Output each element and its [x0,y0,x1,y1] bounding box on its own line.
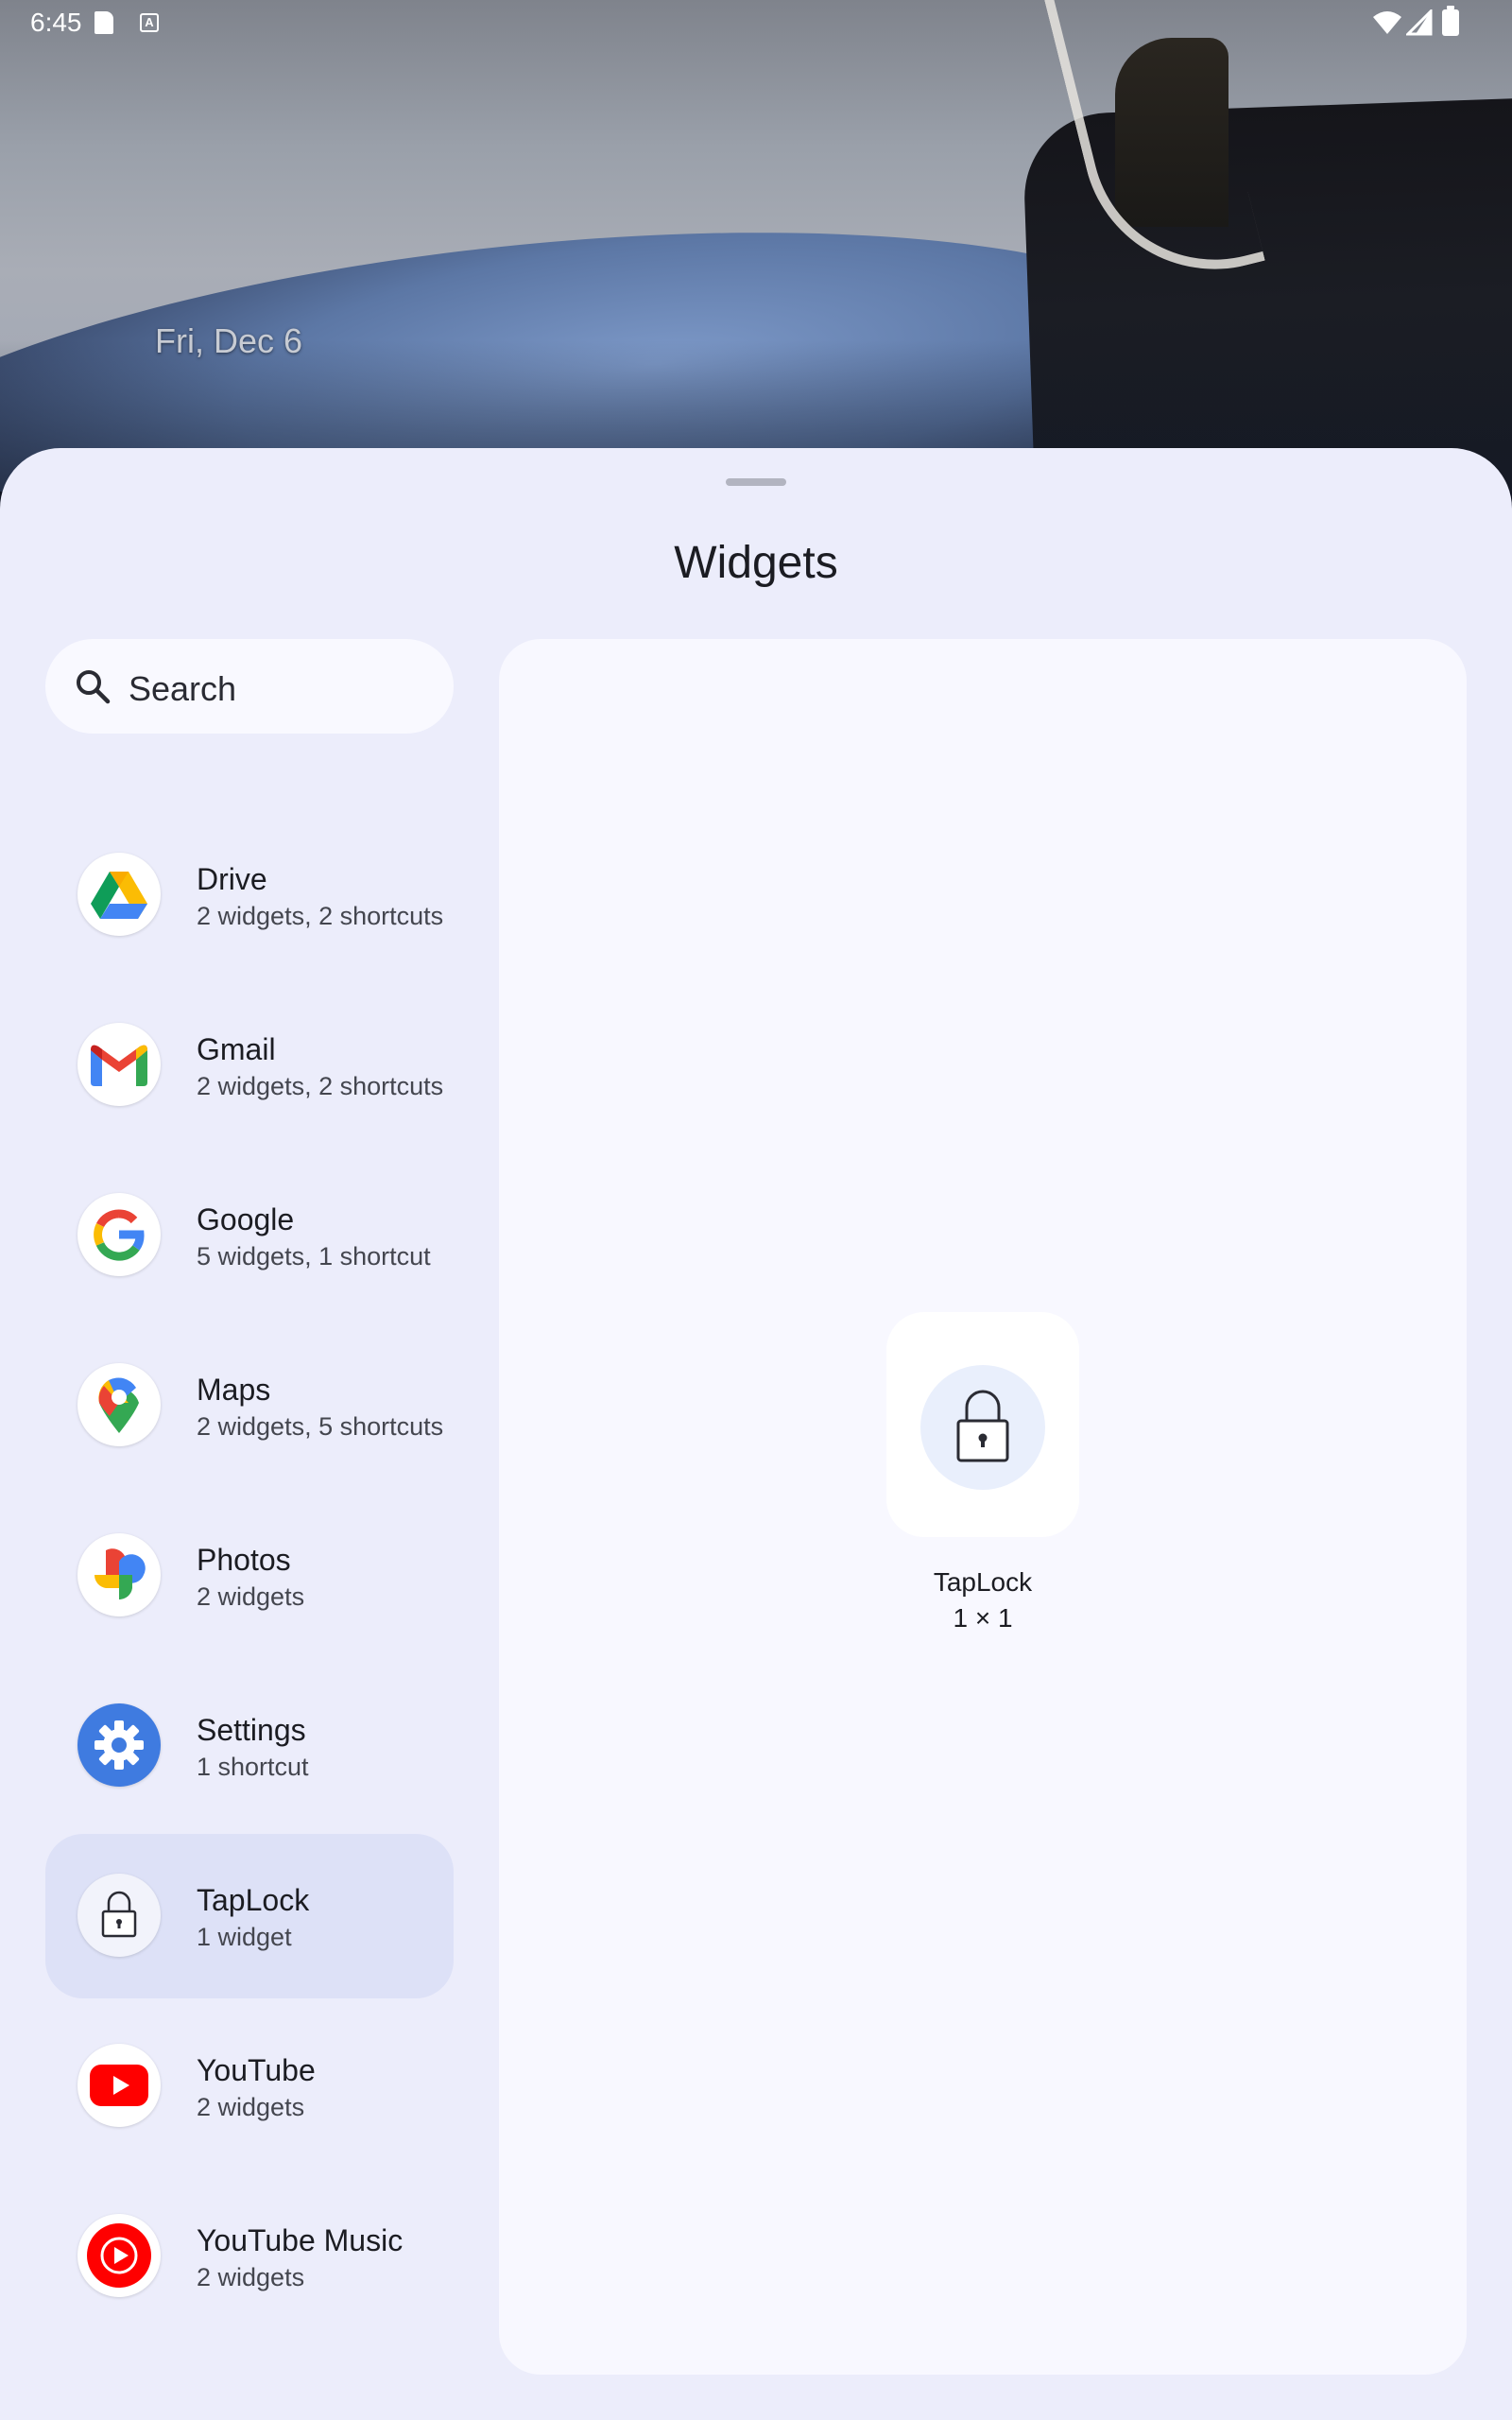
app-subtitle: 2 widgets, 5 shortcuts [197,1412,444,1441]
status-time: 6:45 [30,8,82,37]
gmail-icon [77,1023,161,1106]
youtube-icon [77,2044,161,2127]
app-subtitle: 2 widgets, 2 shortcuts [197,902,444,930]
search-icon [77,670,111,704]
app-subtitle: 1 shortcut [197,1753,309,1781]
signal-icon [1406,9,1433,36]
app-name: Google [197,1202,295,1236]
list-item-settings[interactable]: Settings 1 shortcut [45,1664,454,1828]
list-item-google[interactable]: Google 5 widgets, 1 shortcut [45,1153,454,1318]
search-bar[interactable]: Search [45,639,454,734]
app-list[interactable]: Drive 2 widgets, 2 shortcuts Gmail 2 wid… [45,769,454,2420]
app-subtitle: 2 widgets [197,1582,305,1611]
list-item-taplock[interactable]: TapLock 1 widget [45,1834,454,1998]
list-item-maps[interactable]: Maps 2 widgets, 5 shortcuts [45,1323,454,1488]
widget-size: 1 × 1 [953,1603,1013,1633]
sd-card-icon [94,11,113,34]
youtube-music-icon [77,2214,161,2297]
maps-icon [77,1363,161,1446]
app-subtitle: 5 widgets, 1 shortcut [197,1242,431,1270]
app-name: YouTube Music [197,2223,404,2257]
a-icon: A [140,13,159,32]
widgets-sheet: Widgets Search Drive 2 widgets, 2 shortc [0,448,1512,2420]
app-name: Photos [197,1543,291,1577]
battery-icon [1442,6,1459,36]
app-subtitle: 1 widget [197,1923,292,1951]
list-item-youtube-music[interactable]: YouTube Music 2 widgets [45,2174,454,2339]
drive-icon [77,853,161,936]
list-item-gmail[interactable]: Gmail 2 widgets, 2 shortcuts [45,983,454,1148]
lock-icon [77,1874,161,1957]
list-item-youtube[interactable]: YouTube 2 widgets [45,2004,454,2169]
app-name: YouTube [197,2053,316,2087]
widget-name: TapLock [933,1567,1033,1597]
google-icon [77,1193,161,1276]
app-name: Gmail [197,1032,276,1066]
wifi-icon [1373,11,1401,34]
app-subtitle: 2 widgets, 2 shortcuts [197,1072,444,1100]
app-name: Maps [197,1373,271,1407]
wallpaper [0,0,1512,492]
lock-icon [920,1365,1045,1490]
app-subtitle: 2 widgets [197,2093,305,2121]
list-item-photos[interactable]: Photos 2 widgets [45,1494,454,1658]
drag-handle[interactable] [726,478,786,486]
list-item-drive[interactable]: Drive 2 widgets, 2 shortcuts [45,813,454,977]
sheet-title: Widgets [674,538,838,588]
settings-icon [77,1703,161,1787]
app-name: Drive [197,862,267,896]
app-subtitle: 2 widgets [197,2263,305,2291]
photos-icon [77,1533,161,1616]
search-input[interactable]: Search [129,669,236,709]
app-name: TapLock [197,1883,310,1917]
date-widget[interactable]: Fri, Dec 6 [155,321,302,361]
list-item-partial [45,769,454,802]
app-name: Settings [197,1713,306,1747]
widget-preview-tile[interactable] [886,1312,1079,1537]
widget-preview-panel: TapLock 1 × 1 [499,639,1467,2375]
status-bar: 6:45 A [0,0,1512,47]
